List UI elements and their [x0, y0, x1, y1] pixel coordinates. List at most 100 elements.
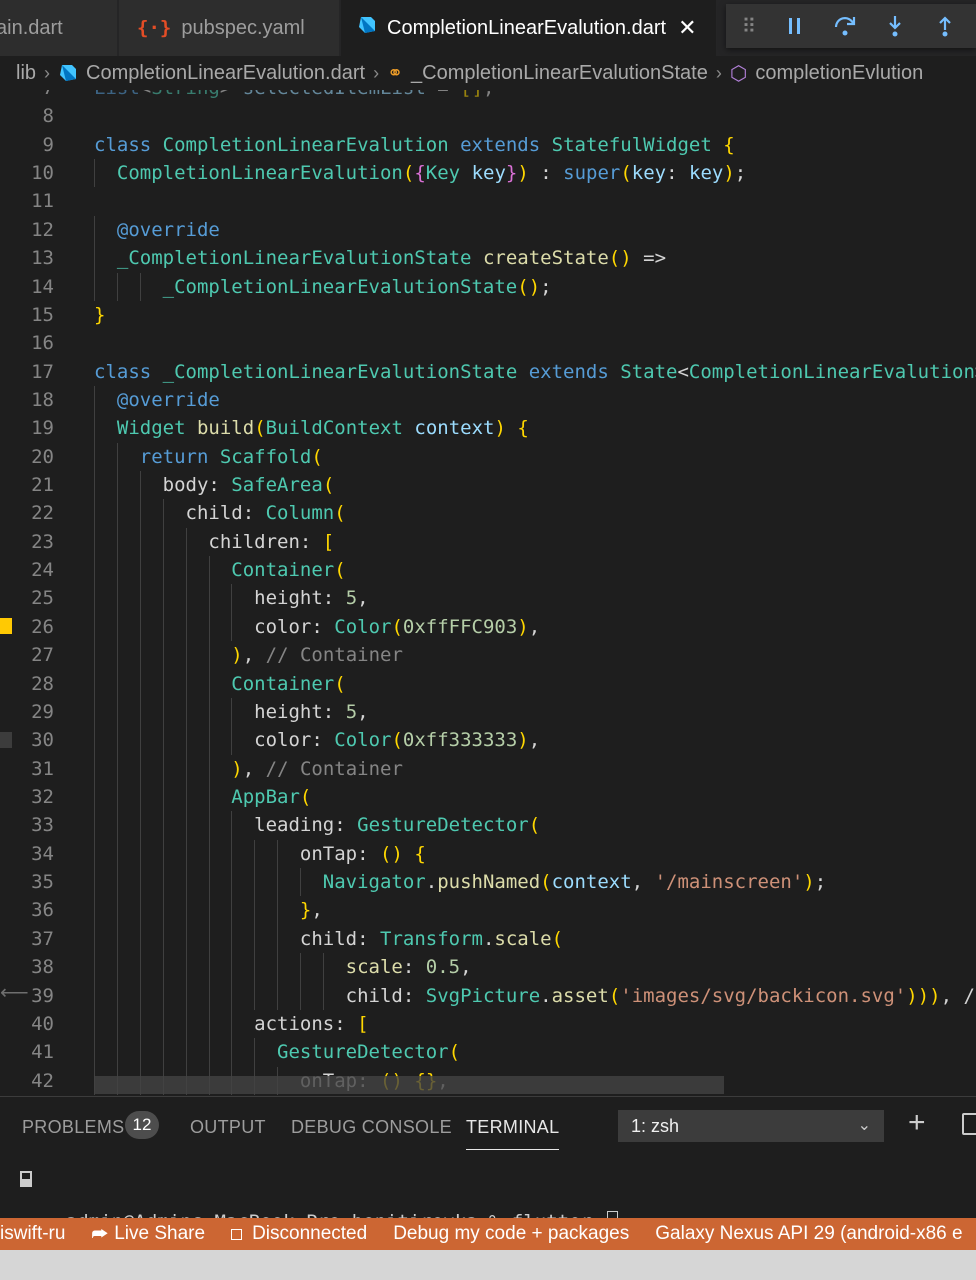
code-line[interactable]: 32 AppBar( [0, 782, 976, 812]
line-number: 37 [31, 927, 54, 950]
code-line[interactable]: 27 ), // Container [0, 641, 976, 670]
tab-label: CompletionLinearEvalution.dart [387, 16, 667, 39]
code-line[interactable]: 40 actions: [ [0, 1009, 976, 1039]
line-number: 19 [31, 417, 54, 440]
code-text: color: Color(0xff333333), [254, 729, 541, 752]
tab-problems[interactable]: PROBLEMS [22, 1117, 124, 1138]
code-text: @override [116, 388, 220, 411]
code-line[interactable]: 13 _CompletionLinearEvalutionState creat… [0, 244, 976, 273]
code-text: onTap: () { [299, 842, 426, 865]
code-line[interactable]: 25 height: 5, [0, 584, 976, 613]
code-line[interactable]: 23 children: [ [0, 527, 976, 557]
code-line[interactable]: 19 Widget build(BuildContext context) { [0, 414, 976, 443]
status-branch[interactable]: iswift-ru [0, 1223, 65, 1245]
line-number: 25 [31, 587, 54, 610]
status-device[interactable]: Galaxy Nexus API 29 (android-x86 e [655, 1223, 962, 1245]
code-line[interactable]: 34 onTap: () { [0, 839, 976, 869]
line-number: 15 [31, 303, 54, 326]
code-line[interactable]: 15} [0, 301, 976, 329]
tab-pubspec-yaml[interactable]: {·} pubspec.yaml [119, 0, 340, 56]
dart-icon [357, 15, 377, 41]
tab-main-dart[interactable]: ain.dart [0, 0, 118, 56]
line-number: 17 [31, 360, 54, 383]
status-live-share[interactable]: ⮫ Live Share [91, 1223, 205, 1245]
code-line[interactable]: 30 color: Color(0xff333333), [0, 726, 976, 755]
code-text: class _CompletionLinearEvalutionState ex… [94, 360, 976, 383]
tab-terminal[interactable]: TERMINAL [466, 1117, 560, 1150]
line-number: 23 [31, 530, 54, 553]
code-line[interactable]: 28 Container( [0, 669, 976, 698]
line-number: 27 [31, 644, 54, 667]
code-line[interactable]: 35 Navigator.pushNamed(context, '/mainsc… [0, 868, 976, 897]
line-number: 12 [31, 218, 54, 241]
code-line[interactable]: 31 ), // Container [0, 754, 976, 783]
code-text: ), // Container [231, 644, 403, 667]
code-line[interactable]: 20 return Scaffold( [0, 442, 976, 472]
chevron-right-icon: › [715, 62, 722, 83]
horizontal-scrollbar[interactable] [94, 1076, 724, 1094]
drag-grip-icon[interactable]: ⠿ [726, 4, 770, 48]
line-number: 24 [31, 559, 54, 582]
close-icon[interactable]: ✕ [678, 15, 696, 41]
tab-completion-linear-evalution[interactable]: CompletionLinearEvalution.dart ✕ [341, 0, 716, 56]
code-line[interactable]: 36 }, [0, 896, 976, 925]
line-number: 9 [42, 133, 54, 156]
line-number: 20 [31, 445, 54, 468]
status-connection-label: Disconnected [252, 1223, 368, 1244]
breadcrumb-class[interactable]: _CompletionLinearEvalutionState [411, 62, 708, 85]
status-debug-mode[interactable]: Debug my code + packages [393, 1223, 629, 1245]
line-number: 29 [31, 700, 54, 723]
code-line[interactable]: 8 [0, 102, 976, 130]
code-line[interactable]: 12 @override [0, 215, 976, 245]
code-line[interactable]: 37 child: Transform.scale( [0, 924, 976, 954]
code-line[interactable]: 18 @override [0, 385, 976, 415]
step-into-icon[interactable] [870, 4, 920, 48]
disconnected-icon [231, 1228, 243, 1240]
breadcrumb-file[interactable]: CompletionLinearEvalution.dart [86, 62, 365, 85]
code-line[interactable]: 10 CompletionLinearEvalution({Key key}) … [0, 159, 976, 188]
code-text: class CompletionLinearEvalution extends … [94, 133, 735, 156]
code-line[interactable]: 17 class _CompletionLinearEvalutionState … [0, 358, 976, 386]
code-line[interactable]: 16 [0, 329, 976, 357]
line-number: 32 [31, 785, 54, 808]
plus-icon[interactable]: + [908, 1106, 926, 1140]
code-editor[interactable]: 7 List<String> selectedItemList = []; 8 9 cl… [0, 90, 976, 1096]
breadcrumb: lib › CompletionLinearEvalution.dart › ⚭… [0, 56, 976, 90]
code-line[interactable]: 11 [0, 187, 976, 215]
code-text: return Scaffold( [139, 445, 323, 468]
pause-icon[interactable] [770, 4, 820, 48]
code-line[interactable]: 39 child: SvgPicture.asset('images/svg/b… [0, 981, 976, 1010]
step-out-icon[interactable] [920, 4, 970, 48]
line-number: 18 [31, 388, 54, 411]
code-text: children: [ [208, 530, 335, 553]
code-line[interactable]: 38 scale: 0.5, [0, 953, 976, 982]
line-number: 11 [31, 190, 54, 213]
status-connection[interactable]: Disconnected [231, 1223, 367, 1245]
code-line[interactable]: 33 leading: GestureDetector( [0, 811, 976, 840]
bottom-panel: PROBLEMS 12 OUTPUT DEBUG CONSOLE TERMINA… [0, 1096, 976, 1233]
code-text: GestureDetector( [277, 1041, 461, 1064]
code-line[interactable]: 29 height: 5, [0, 697, 976, 727]
tab-output[interactable]: OUTPUT [190, 1117, 266, 1138]
breadcrumb-folder[interactable]: lib [16, 62, 36, 85]
code-line[interactable]: 24 Container( [0, 556, 976, 585]
breadcrumb-member[interactable]: completionEvlution [755, 62, 923, 85]
split-terminal-icon[interactable] [962, 1113, 976, 1135]
editor-tab-bar: ain.dart {·} pubspec.yaml CompletionLine… [0, 0, 976, 56]
step-over-icon[interactable] [820, 4, 870, 48]
code-line[interactable]: 41 GestureDetector( [0, 1038, 976, 1067]
line-number: 10 [31, 162, 54, 185]
code-line[interactable]: 14 _CompletionLinearEvalutionState(); [0, 272, 976, 301]
code-line[interactable]: 21 body: SafeArea( [0, 471, 976, 500]
code-line[interactable]: 26 color: Color(0xffFFC903), [0, 612, 976, 642]
code-line[interactable]: 9 class CompletionLinearEvalution extends… [0, 131, 976, 159]
code-line[interactable]: 7 List<String> selectedItemList = []; [0, 90, 976, 102]
code-text: actions: [ [254, 1012, 369, 1035]
code-text: child: SvgPicture.asset('images/svg/back… [345, 984, 975, 1007]
terminal-select[interactable]: 1: zsh ⌄ [618, 1110, 884, 1142]
code-text: CompletionLinearEvalution({Key key}) : s… [116, 162, 747, 185]
tab-label: ain.dart [0, 16, 63, 39]
line-number: 35 [31, 871, 54, 894]
tab-debug-console[interactable]: DEBUG CONSOLE [291, 1117, 452, 1138]
code-line[interactable]: 22 child: Column( [0, 499, 976, 528]
